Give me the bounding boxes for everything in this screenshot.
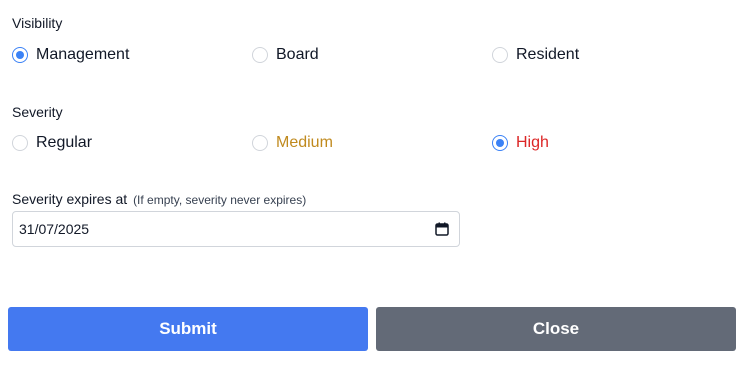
- visibility-option-label: Management: [36, 46, 130, 63]
- radio-regular[interactable]: [12, 135, 28, 151]
- close-button[interactable]: Close: [376, 307, 736, 351]
- radio-high[interactable]: [492, 135, 508, 151]
- visibility-option-management[interactable]: Management: [12, 44, 129, 66]
- radio-medium[interactable]: [252, 135, 268, 151]
- visibility-option-resident[interactable]: Resident: [492, 44, 579, 66]
- severity-radio-group: Regular Medium High: [0, 132, 745, 154]
- radio-management[interactable]: [12, 47, 28, 63]
- severity-expires-label-text: Severity expires at: [12, 191, 128, 207]
- visibility-option-board[interactable]: Board: [252, 44, 319, 66]
- severity-label: Severity: [12, 104, 63, 120]
- visibility-radio-group: Management Board Resident: [0, 44, 745, 66]
- post-settings-form: Visibility Management Board Resident Sev…: [0, 0, 745, 374]
- date-value[interactable]: 31/07/2025: [19, 221, 435, 237]
- visibility-option-label: Board: [276, 46, 319, 63]
- radio-board[interactable]: [252, 47, 268, 63]
- visibility-option-label: Resident: [516, 46, 580, 63]
- severity-option-label: Regular: [36, 134, 93, 151]
- severity-expires-label: Severity expires at (If empty, severity …: [12, 191, 306, 207]
- calendar-icon[interactable]: [435, 222, 449, 236]
- severity-option-medium[interactable]: Medium: [252, 132, 333, 154]
- severity-option-label: Medium: [276, 134, 333, 151]
- severity-expires-date-input[interactable]: 31/07/2025: [12, 211, 460, 247]
- severity-option-label: High: [516, 134, 549, 151]
- severity-expires-hint: (If empty, severity never expires): [133, 193, 307, 207]
- submit-button[interactable]: Submit: [8, 307, 368, 351]
- severity-option-regular[interactable]: Regular: [12, 132, 92, 154]
- severity-option-high[interactable]: High: [492, 132, 549, 154]
- visibility-label: Visibility: [12, 15, 63, 31]
- radio-resident[interactable]: [492, 47, 508, 63]
